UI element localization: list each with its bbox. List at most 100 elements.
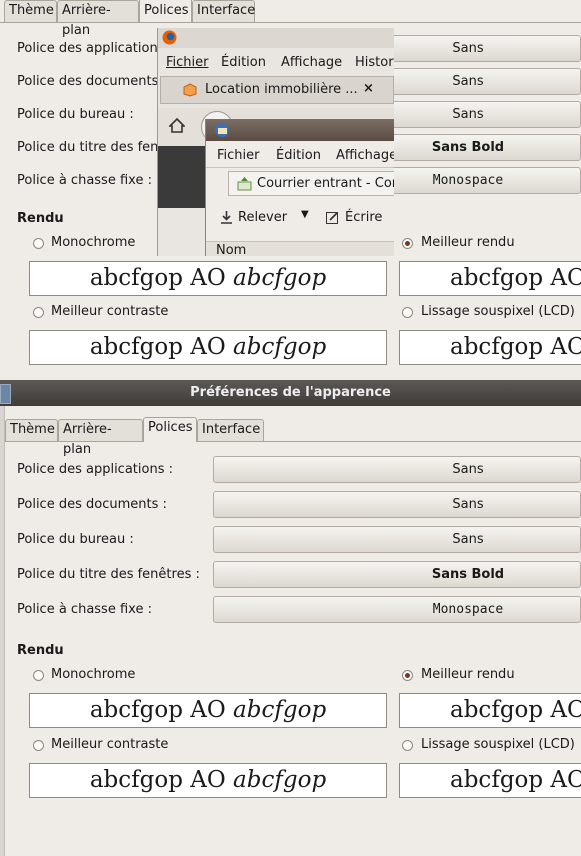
firefox-icon [162, 30, 177, 45]
radio-subpixel[interactable] [402, 307, 413, 318]
label-best-contrast: Meilleur contraste [51, 304, 169, 319]
menu-view[interactable]: Affichage [281, 55, 342, 70]
sample-cut: abcfgop AO [450, 697, 581, 723]
site-icon [183, 83, 197, 97]
title-font-value: Sans Bold [431, 567, 505, 582]
rendering-heading: Rendu [17, 643, 64, 658]
chevron-down-icon[interactable]: ▼ [301, 209, 309, 220]
tab-fonts[interactable]: Polices [139, 0, 192, 22]
sample-cut: abcfgop AO [450, 265, 581, 291]
thunderbird-titlebar [206, 119, 394, 141]
menu-history[interactable]: Histor [355, 55, 394, 70]
title-font-value: Sans Bold [431, 140, 505, 155]
window-menu-icon[interactable] [0, 384, 11, 404]
app-font-value: Sans [452, 41, 484, 56]
sample-italic: abcfgop [233, 265, 327, 291]
menu-view[interactable]: Affichage [336, 148, 394, 163]
fixed-font-button[interactable]: Monospace [213, 596, 581, 623]
tab-fonts[interactable]: Polices [143, 417, 197, 442]
tab-background[interactable]: Arrière-plan [58, 419, 143, 457]
rendering-heading: Rendu [17, 211, 64, 226]
home-icon[interactable] [169, 118, 185, 133]
thunderbird-toolbar: Relever ▼ Écrire [206, 202, 394, 234]
menu-edit[interactable]: Édition [276, 148, 321, 163]
radio-monochrome[interactable] [33, 238, 44, 249]
doc-font-value: Sans [452, 497, 484, 512]
label-desktop-font: Police du bureau : [17, 532, 134, 547]
desktop-font-button[interactable]: Sans [213, 526, 581, 553]
preview-subpixel[interactable]: abcfgop AO [399, 330, 581, 365]
write-button[interactable]: Écrire [345, 210, 382, 225]
sample-cut: abcfgop AO [450, 767, 581, 793]
label-title-font: Police du titre des fenêtres : [17, 567, 200, 582]
column-header[interactable]: Nom [206, 241, 394, 256]
tab-theme[interactable]: Thème [4, 0, 57, 22]
desktop-font-value: Sans [452, 532, 484, 547]
get-mail-button[interactable]: Relever [238, 210, 287, 225]
write-icon [326, 212, 338, 224]
firefox-tab-title: Location immobilière ... [205, 82, 358, 97]
title-font-button[interactable]: Sans Bold [213, 561, 581, 588]
menu-edit[interactable]: Édition [221, 55, 266, 70]
preview-monochrome[interactable]: abcfgop AO abcfgop [29, 261, 387, 296]
column-name: Nom [216, 243, 247, 256]
sample-regular: abcfgop AO [89, 697, 234, 723]
preview-subpixel[interactable]: abcfgop AO [399, 763, 581, 798]
label-app-font: Police des applications : [17, 462, 173, 477]
window-frame [0, 406, 5, 856]
label-monochrome: Monochrome [51, 667, 136, 682]
tab-interface[interactable]: Interface [197, 419, 264, 441]
firefox-tab[interactable]: Location immobilière ... × [160, 76, 394, 104]
tab-background[interactable]: Arrière-plan [57, 0, 139, 38]
preview-best-shapes[interactable]: abcfgop AO [399, 261, 581, 296]
label-best-contrast: Meilleur contraste [51, 737, 169, 752]
label-best-shapes: Meilleur rendu [421, 235, 515, 250]
label-subpixel: Lissage souspixel (LCD) [421, 737, 575, 752]
label-doc-font: Police des documents : [17, 74, 167, 89]
sample-regular: abcfgop AO [89, 334, 234, 360]
preview-best-shapes[interactable]: abcfgop AO [399, 693, 581, 728]
preview-best-contrast[interactable]: abcfgop AO abcfgop [29, 763, 387, 798]
folder-tab-title: Courrier entrant - Cor [257, 176, 394, 191]
thunderbird-window: Fichier Édition Affichage Courrier entra… [205, 119, 394, 256]
download-icon [221, 211, 232, 224]
close-icon[interactable]: × [363, 81, 374, 96]
label-fixed-font: Police à chasse fixe : [17, 602, 152, 617]
label-fixed-font: Police à chasse fixe : [17, 173, 152, 188]
divider [206, 167, 394, 168]
radio-monochrome[interactable] [33, 670, 44, 681]
tab-divider [5, 441, 581, 442]
sample-regular: abcfgop AO [89, 767, 234, 793]
radio-best-shapes[interactable] [402, 238, 413, 249]
radio-subpixel[interactable] [402, 740, 413, 751]
app-font-value: Sans [452, 462, 484, 477]
doc-font-value: Sans [452, 74, 484, 89]
window-titlebar[interactable]: Préférences de l'apparence [0, 380, 581, 406]
window-title: Préférences de l'apparence [190, 385, 391, 400]
label-desktop-font: Police du bureau : [17, 107, 134, 122]
tab-theme[interactable]: Thème [5, 419, 58, 441]
label-best-shapes: Meilleur rendu [421, 667, 515, 682]
fixed-font-value: Monospace [432, 602, 504, 617]
doc-font-button[interactable]: Sans [213, 491, 581, 518]
fixed-font-value: Monospace [432, 173, 504, 188]
desktop-font-value: Sans [452, 107, 484, 122]
menu-file[interactable]: Fichier [166, 55, 209, 70]
tab-interface[interactable]: Interface [192, 0, 255, 22]
radio-best-contrast[interactable] [33, 740, 44, 751]
thunderbird-icon [215, 123, 229, 137]
app-font-button[interactable]: Sans [213, 456, 581, 483]
inbox-icon [237, 177, 252, 191]
preview-monochrome[interactable]: abcfgop AO abcfgop [29, 693, 387, 728]
radio-best-contrast[interactable] [33, 307, 44, 318]
sample-regular: abcfgop AO [89, 265, 234, 291]
label-subpixel: Lissage souspixel (LCD) [421, 304, 575, 319]
preview-best-contrast[interactable]: abcfgop AO abcfgop [29, 330, 387, 365]
folder-tab[interactable]: Courrier entrant - Cor [228, 171, 394, 196]
label-monochrome: Monochrome [51, 235, 136, 250]
menu-file[interactable]: Fichier [217, 148, 260, 163]
label-app-font: Police des applications : [17, 41, 173, 56]
sample-italic: abcfgop [233, 767, 327, 793]
radio-best-shapes[interactable] [402, 670, 413, 681]
sample-italic: abcfgop [233, 697, 327, 723]
